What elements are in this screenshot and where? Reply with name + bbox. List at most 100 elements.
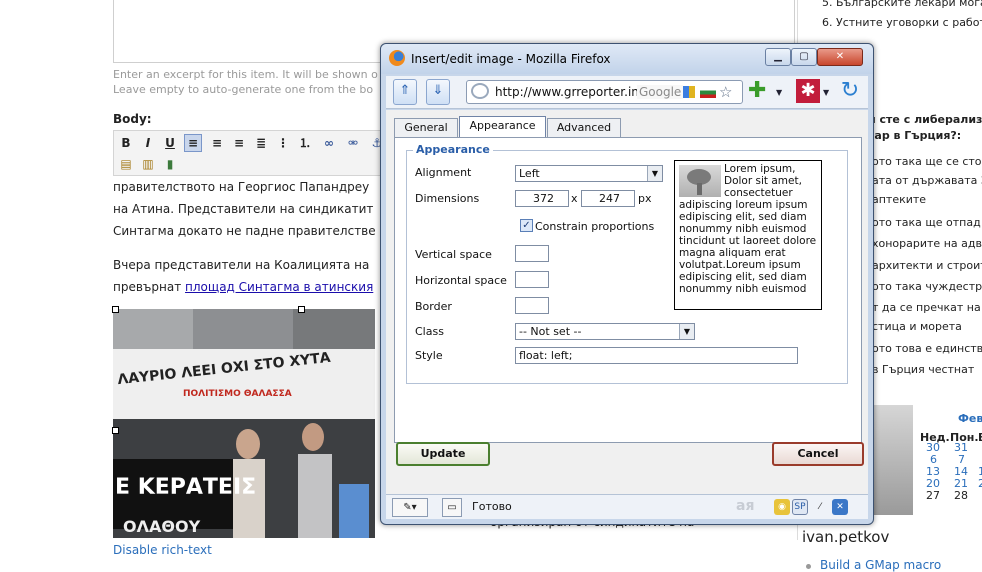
align-left-button[interactable]: ≡ [184,134,202,152]
justify-button[interactable]: ≣ [252,134,270,152]
appearance-panel: Appearance Alignment Left ▼ Dimensions 3… [394,137,862,443]
alignment-label: Alignment [415,166,472,179]
sintagma-link[interactable]: площад Синтагма в атинския [185,280,373,294]
google-toolbar-icon[interactable] [683,86,695,98]
close-button[interactable]: ✕ [817,48,863,66]
gmap-macro-link[interactable]: Build a GMap macro [820,558,941,572]
url-text: http://www.grreporter.inf [495,85,644,99]
style-input[interactable]: float: left; [515,347,798,364]
constrain-checkbox[interactable]: ✓ [520,219,533,232]
poll-option[interactable]: ото това е единств [872,342,982,355]
banner-text: Ε ΚΕΡΑΤΕΙΣ [115,475,257,500]
body-label: Body: [113,112,152,126]
border-input[interactable] [515,297,549,314]
calendar-date[interactable]: 28 [954,489,968,502]
align-center-button[interactable]: ≡ [208,134,226,152]
pen-tool-icon[interactable]: ✎▾ [392,498,428,517]
sidebar-item[interactable]: 5. Българските лекари могат [822,0,982,9]
poll-question: и сте с либерализи [868,113,982,126]
media-icon[interactable]: ▮ [161,155,179,173]
tab-advanced[interactable]: Advanced [547,118,621,137]
dropdown-arrow-icon[interactable]: ▼ [823,88,829,97]
bullet-icon [806,564,811,569]
refresh-icon[interactable]: ↻ [838,79,862,103]
tab-general[interactable]: General [394,118,458,137]
numbered-list-button[interactable]: ⒈ [296,134,314,152]
unlink-button[interactable]: ⚮ [344,134,362,152]
update-button[interactable]: Update [396,442,490,466]
bold-button[interactable]: B [117,134,135,152]
resize-handle[interactable] [112,306,119,313]
vspace-label: Vertical space [415,248,492,261]
calendar-month[interactable]: Фев [958,412,982,425]
appearance-fieldset: Appearance Alignment Left ▼ Dimensions 3… [406,143,848,384]
paste-text-icon[interactable]: ▤ [117,155,135,173]
hspace-label: Horizontal space [415,274,507,287]
excerpt-hint: Enter an excerpt for this item. It will … [113,68,378,81]
google-search-label[interactable]: Google [637,85,684,99]
calendar-date[interactable]: 2 [978,477,982,490]
firefox-icon [389,50,405,66]
title-bar[interactable]: Insert/edit image - Mozilla Firefox ▁ ▢ … [381,44,873,74]
sidebar-thumbnail [873,405,913,515]
width-input[interactable]: 372 [515,190,569,207]
calendar-day-name: В [978,431,982,444]
poll-option[interactable]: стица и морета [872,320,962,333]
brush-icon[interactable]: ⁄ [812,499,828,515]
class-label: Class [415,325,444,338]
poll-option[interactable]: ото така ще отпад [872,216,981,229]
resize-handle[interactable] [298,306,305,313]
page-up-icon[interactable]: ⇑ [393,79,417,105]
tools-icon[interactable]: ✕ [832,499,848,515]
calendar-date[interactable]: 27 [926,489,940,502]
poll-option[interactable]: в Гърция честнат [872,363,974,376]
username: ivan.petkov [802,528,890,546]
vspace-input[interactable] [515,245,549,262]
link-button[interactable]: ∞ [320,134,338,152]
chevron-down-icon: ▼ [679,324,694,339]
hspace-input[interactable] [515,271,549,288]
poll-option[interactable]: архитекти и строит [872,259,982,272]
tab-appearance[interactable]: Appearance [459,116,546,138]
sidebar-item[interactable]: 6. Устните уговорки с работ [822,16,982,29]
url-bar[interactable]: http://www.grreporter.inf Google ☆ [466,80,743,104]
status-text: Готово [472,500,512,513]
status-bar: ✎▾ ▭ Готово ая ◉ SP ⁄ ✕ [386,494,868,519]
unit-label: px [638,192,652,205]
excerpt-hint-2: Leave empty to auto-generate one from th… [113,83,374,96]
page-down-icon[interactable]: ⇓ [426,79,450,105]
minimize-button[interactable]: ▁ [765,48,791,66]
bookmark-star-icon[interactable]: ☆ [719,83,732,101]
resize-handle[interactable] [112,427,119,434]
alignment-value: Left [519,167,540,180]
align-right-button[interactable]: ≡ [230,134,248,152]
poll-option[interactable]: аптеките [872,193,926,206]
window-title: Insert/edit image - Mozilla Firefox [411,52,611,66]
border-label: Border [415,300,452,313]
alignment-select[interactable]: Left ▼ [515,165,663,182]
dropdown-arrow-icon[interactable]: ▼ [776,88,782,97]
dialog-content: General Appearance Advanced Appearance A… [386,110,868,496]
poll-option[interactable]: т да се пречкат на [872,301,981,314]
disable-rich-text-link[interactable]: Disable rich-text [113,543,212,557]
delicious-addon-icon[interactable]: ✱ [796,79,820,103]
maximize-button[interactable]: ▢ [791,48,817,66]
poll-option[interactable]: хонорарите на адв [872,237,982,250]
poll-option[interactable]: ото така ще се сто [872,155,982,168]
keyboard-icon[interactable]: ▭ [442,498,462,517]
poll-option[interactable]: ата от държавата З [872,174,982,187]
addon-puzzle-icon[interactable]: ✚ [748,79,772,103]
times-symbol: x [571,192,578,205]
sp-icon[interactable]: SP [792,499,808,515]
class-select[interactable]: -- Not set -- ▼ [515,323,695,340]
banner-text: ΟΛΑΘΟΥ [123,517,201,536]
cancel-button[interactable]: Cancel [772,442,864,466]
bullet-list-button[interactable]: ⋮ [274,134,292,152]
underline-button[interactable]: U [161,134,179,152]
italic-button[interactable]: I [139,134,157,152]
paste-word-icon[interactable]: ▥ [139,155,157,173]
ebay-icon[interactable]: ◉ [774,499,790,515]
protest-photo[interactable]: ΛΑΥΡΙΟ ΛΕΕΙ ΟΧΙ ΣΤΟ ΧΥΤΑ ΠΟΛΙΤΙΣΜΟ ΘΑΛΑΣ… [113,309,375,538]
height-input[interactable]: 247 [581,190,635,207]
poll-option[interactable]: ото така чуждестр [872,280,982,293]
